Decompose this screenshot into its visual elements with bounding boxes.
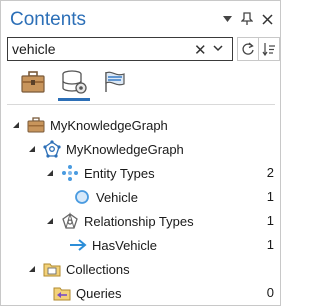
refresh-button[interactable]	[237, 37, 259, 61]
search-box[interactable]: ✕	[7, 37, 233, 61]
sort-options-button[interactable]	[258, 37, 280, 61]
expand-triangle-icon[interactable]	[11, 120, 21, 130]
tree-item-has-vehicle[interactable]: HasVehicle	[69, 234, 271, 256]
tree-item-label: Collections	[66, 261, 130, 277]
tab-list-by-role[interactable]	[99, 67, 131, 97]
sort-icon	[262, 43, 275, 56]
pane-controls	[220, 11, 274, 27]
clear-search-icon[interactable]: ✕	[194, 41, 207, 59]
tree-item-queries[interactable]: Queries	[53, 282, 271, 304]
tree-item-label: Queries	[76, 285, 122, 301]
tree-item-label: HasVehicle	[92, 237, 158, 253]
vehicle-count: 1	[266, 189, 274, 204]
pane-title: Contents	[10, 9, 87, 30]
entity-types-icon	[61, 164, 79, 182]
expand-triangle-icon[interactable]	[27, 264, 37, 274]
tab-list-by-type[interactable]	[58, 67, 90, 101]
briefcase-icon	[21, 71, 45, 93]
tree-item-entity-types[interactable]: Entity Types	[45, 162, 271, 184]
pin-menu-icon[interactable]	[220, 11, 234, 27]
contents-pane: Contents ✕	[0, 0, 281, 306]
flag-icon	[105, 71, 125, 92]
relationship-types-icon	[61, 212, 79, 230]
tree-item-vehicle[interactable]: Vehicle	[73, 186, 271, 208]
relationship-arrow-icon	[69, 236, 87, 254]
expand-triangle-icon[interactable]	[45, 168, 55, 178]
search-input[interactable]	[12, 40, 188, 58]
tree-item-label: Vehicle	[96, 189, 138, 205]
search-options-chevron-icon[interactable]	[213, 42, 223, 61]
tree-item-kg-root[interactable]: MyKnowledgeGraph	[11, 114, 271, 136]
close-icon[interactable]	[260, 11, 274, 27]
entity-circle-icon	[73, 188, 91, 206]
auto-hide-icon[interactable]	[240, 11, 254, 27]
tree-item-label: Relationship Types	[84, 213, 194, 229]
knowledge-graph-icon	[43, 140, 61, 158]
database-gear-icon	[62, 70, 87, 94]
expand-triangle-icon[interactable]	[45, 216, 55, 226]
queries-folder-icon	[53, 284, 71, 302]
tree-item-relationship-types[interactable]: Relationship Types	[45, 210, 271, 232]
view-tabs	[17, 67, 131, 101]
relationship-types-count: 1	[266, 213, 274, 228]
tree-item-kg-graph[interactable]: MyKnowledgeGraph	[27, 138, 271, 160]
queries-count: 0	[266, 285, 274, 300]
entity-types-count: 2	[266, 165, 274, 180]
tree-item-collections[interactable]: Collections	[27, 258, 271, 280]
tree-item-label: Entity Types	[84, 165, 155, 181]
tree-item-label: MyKnowledgeGraph	[66, 141, 184, 157]
has-vehicle-count: 1	[266, 237, 274, 252]
expand-triangle-icon[interactable]	[27, 144, 37, 154]
tree-item-label: MyKnowledgeGraph	[50, 117, 168, 133]
tabs-divider	[7, 104, 275, 105]
tab-list-by-data-source[interactable]	[17, 67, 49, 97]
refresh-icon	[242, 42, 254, 55]
collections-folder-icon	[43, 260, 61, 278]
knowledge-graph-package-icon	[27, 116, 45, 134]
